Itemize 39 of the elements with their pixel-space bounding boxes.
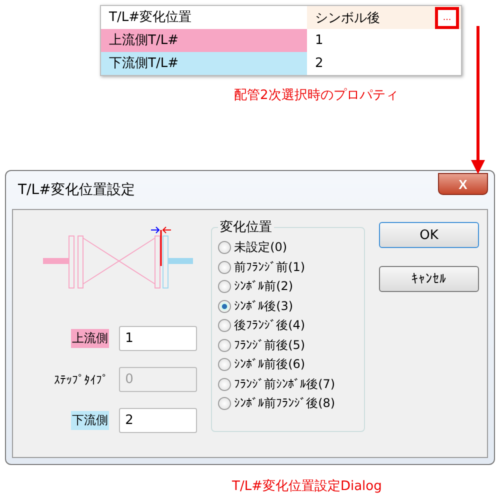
option-label: 前ﾌﾗﾝｼﾞ前(1) xyxy=(234,258,306,276)
property-label: 下流側T/L# xyxy=(101,52,307,75)
dialog-title: T/L#変化位置設定 xyxy=(17,181,135,199)
value-text: シンボル後 xyxy=(314,10,380,26)
value-text: 2 xyxy=(314,56,324,71)
property-value[interactable]: 2 xyxy=(307,52,461,75)
option-label: ﾌﾗﾝｼﾞ前ｼﾝﾎﾞﾙ後(7) xyxy=(234,376,336,393)
radio-button[interactable] xyxy=(218,397,232,410)
radio-button[interactable] xyxy=(218,300,232,313)
radio-button[interactable] xyxy=(218,378,232,391)
value-text: 1 xyxy=(314,33,324,48)
option-label: ﾌﾗﾝｼﾞ前後(5) xyxy=(234,336,306,354)
field-label: 下流側 xyxy=(71,411,110,430)
radio-button[interactable] xyxy=(218,358,232,372)
property-label: T/L#変化位置 xyxy=(101,6,307,29)
property-label: 上流側T/L# xyxy=(101,29,307,52)
option-label: 未設定(0) xyxy=(234,239,288,256)
property-value[interactable]: 1 xyxy=(307,29,461,52)
caption: T/L#変化位置設定Dialog xyxy=(232,478,383,495)
annotation-note: 配管2次選択時のプロパティ xyxy=(234,87,400,104)
property-value[interactable]: シンボル後 ... xyxy=(307,6,461,29)
field-label: 上流側 xyxy=(71,329,110,348)
option-label: ｼﾝﾎﾞﾙ後(3) xyxy=(234,298,294,315)
radio-button[interactable] xyxy=(218,241,232,254)
ellipsis-button[interactable]: ... xyxy=(435,6,459,28)
radio-button[interactable] xyxy=(218,338,232,352)
dialog-button[interactable]: OK xyxy=(379,222,479,248)
number-field[interactable]: 1 xyxy=(119,326,198,351)
dialog-button[interactable]: ｷｬﾝｾﾙ xyxy=(379,266,479,292)
group-title: 変化位置 xyxy=(219,219,274,236)
field-label: ｽﾃｯﾌﾟﾀｲﾌﾟ xyxy=(53,372,110,388)
radio-button[interactable] xyxy=(218,319,232,332)
option-label: 後ﾌﾗﾝｼﾞ後(4) xyxy=(234,317,306,334)
option-label: ｼﾝﾎﾞﾙ前後(6) xyxy=(234,356,306,374)
number-field[interactable]: 2 xyxy=(119,408,198,433)
option-label: ｼﾝﾎﾞﾙ前ﾌﾗﾝｼﾞ後(8) xyxy=(234,395,336,412)
radio-button[interactable] xyxy=(218,260,232,274)
option-label: ｼﾝﾎﾞﾙ前(2) xyxy=(234,278,294,296)
radio-button[interactable] xyxy=(218,280,232,294)
